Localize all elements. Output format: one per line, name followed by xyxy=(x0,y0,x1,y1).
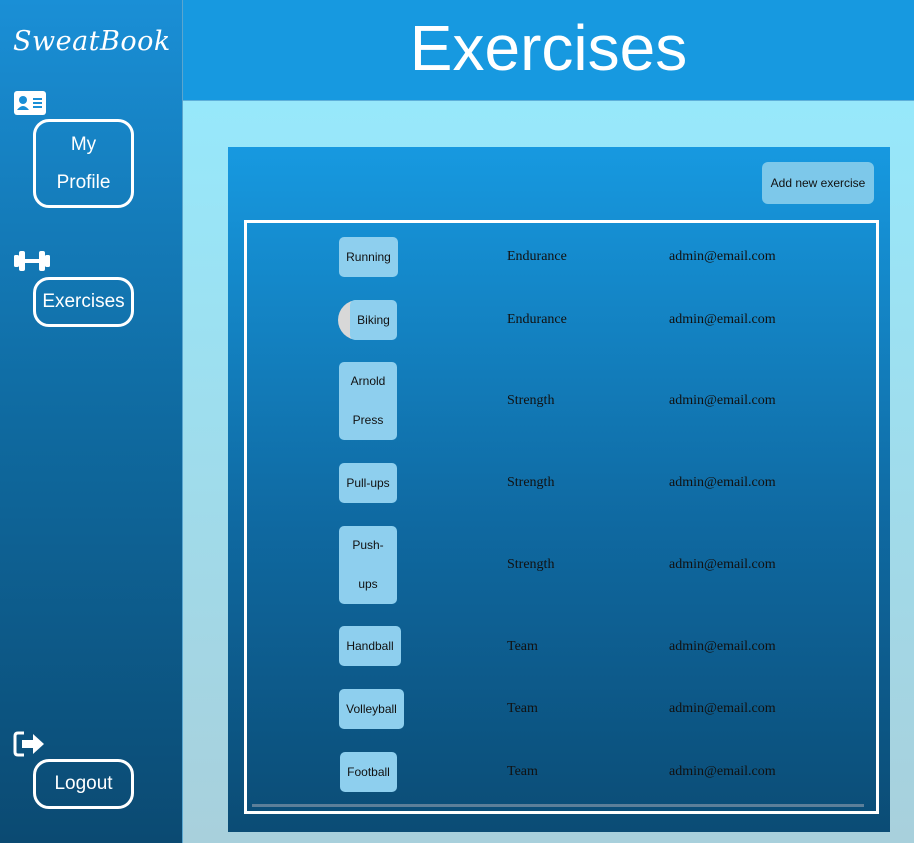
exercise-button-biking[interactable]: Biking xyxy=(350,300,397,340)
exercise-owner: admin@email.com xyxy=(669,557,776,572)
exercise-owner: admin@email.com xyxy=(669,312,776,327)
exercises-nav-button[interactable]: Exercises xyxy=(33,277,134,327)
my-profile-label-1: My xyxy=(70,134,97,156)
exercise-category: Team xyxy=(507,701,538,716)
page-header: Exercises xyxy=(183,0,914,101)
exercise-button-volleyball[interactable]: Volleyball xyxy=(339,689,404,729)
exercise-category: Endurance xyxy=(507,312,567,327)
exercise-owner: admin@email.com xyxy=(669,475,776,490)
exercise-name: Arnold Press xyxy=(350,374,386,427)
exercise-owner: admin@email.com xyxy=(669,639,776,654)
exercise-name: Push-ups xyxy=(352,538,384,591)
exercise-category: Team xyxy=(507,764,538,779)
exercise-category: Team xyxy=(507,639,538,654)
contact-card-icon xyxy=(13,90,47,120)
add-new-exercise-button[interactable]: Add new exercise xyxy=(762,162,874,204)
brand-logo: SweatBook xyxy=(13,26,171,57)
dumbbell-icon xyxy=(13,249,51,277)
logout-label: Logout xyxy=(54,773,113,794)
my-profile-button[interactable]: My Profile xyxy=(33,119,134,208)
exercise-owner: admin@email.com xyxy=(669,249,776,264)
exercise-category: Strength xyxy=(507,475,555,490)
exercise-button-pull-ups[interactable]: Pull-ups xyxy=(339,463,397,503)
table-scrollbar[interactable] xyxy=(252,804,864,807)
page-title: Exercises xyxy=(409,12,688,84)
exercise-category: Strength xyxy=(507,557,555,572)
exercise-button-running[interactable]: Running xyxy=(339,237,398,277)
exercise-owner: admin@email.com xyxy=(669,701,776,716)
exercise-button-push-ups[interactable]: Push-ups xyxy=(339,526,397,604)
exercise-owner: admin@email.com xyxy=(669,764,776,779)
exercise-category: Endurance xyxy=(507,249,567,264)
logout-icon xyxy=(13,731,45,761)
exercise-button-arnold-press[interactable]: Arnold Press xyxy=(339,362,397,440)
logout-button[interactable]: Logout xyxy=(33,759,134,809)
exercise-button-handball[interactable]: Handball xyxy=(339,626,401,666)
exercise-category: Strength xyxy=(507,393,555,408)
my-profile-label-2: Profile xyxy=(56,171,111,193)
exercise-owner: admin@email.com xyxy=(669,393,776,408)
exercise-button-football[interactable]: Football xyxy=(340,752,397,792)
exercises-nav-label: Exercises xyxy=(42,291,125,312)
sidebar: SweatBook My Profile Exercises Logout xyxy=(0,0,183,843)
